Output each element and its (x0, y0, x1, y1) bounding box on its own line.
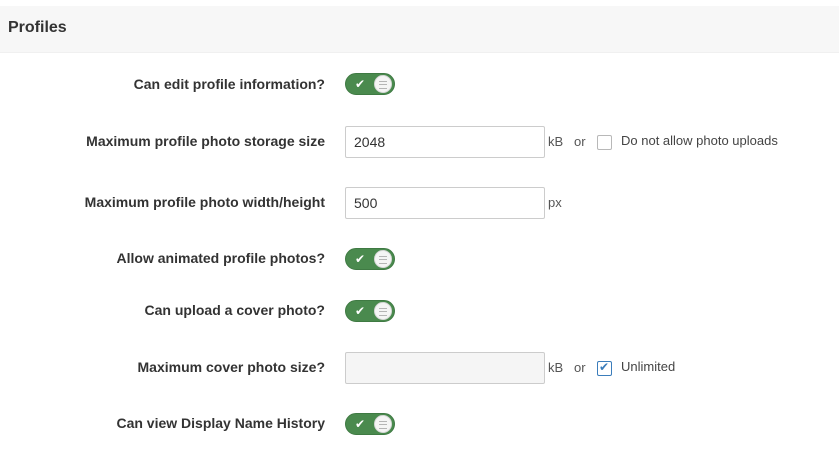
photo-storage-input[interactable] (345, 126, 545, 158)
setting-label: Maximum profile photo width/height (84, 194, 325, 210)
section-header: Profiles (0, 6, 839, 53)
unit-label: px (548, 195, 562, 210)
animated-photos-toggle[interactable]: ✔ (345, 248, 395, 270)
display-name-history-toggle[interactable]: ✔ (345, 413, 395, 435)
no-photo-uploads-label[interactable]: Do not allow photo uploads (621, 133, 778, 148)
check-icon: ✔ (355, 304, 366, 318)
check-icon: ✔ (355, 252, 366, 266)
or-label: or (574, 360, 586, 375)
toggle-knob (374, 415, 392, 433)
setting-label: Can upload a cover photo? (144, 302, 325, 318)
edit-profile-toggle[interactable]: ✔ (345, 73, 395, 95)
photo-dimensions-input[interactable] (345, 187, 545, 219)
toggle-knob (374, 250, 392, 268)
unlimited-label[interactable]: Unlimited (621, 359, 675, 374)
cover-size-input[interactable] (345, 352, 545, 384)
no-photo-uploads-checkbox[interactable] (597, 135, 612, 150)
setting-label: Allow animated profile photos? (116, 250, 325, 266)
unit-label: kB (548, 134, 564, 149)
toggle-knob (374, 302, 392, 320)
unlimited-checkbox[interactable]: ✔ (597, 360, 612, 376)
setting-label: Can view Display Name History (116, 415, 325, 431)
setting-label: Can edit profile information? (133, 76, 325, 92)
or-label: or (574, 134, 586, 149)
check-icon: ✔ (355, 77, 366, 91)
unit-label: kB (548, 360, 564, 375)
checkmark-icon: ✔ (599, 360, 610, 374)
toggle-knob (374, 75, 392, 93)
cover-photo-toggle[interactable]: ✔ (345, 300, 395, 322)
check-icon: ✔ (355, 417, 366, 431)
setting-label: Maximum cover photo size? (137, 359, 325, 375)
setting-label: Maximum profile photo storage size (86, 133, 325, 149)
section-title: Profiles (8, 19, 67, 36)
